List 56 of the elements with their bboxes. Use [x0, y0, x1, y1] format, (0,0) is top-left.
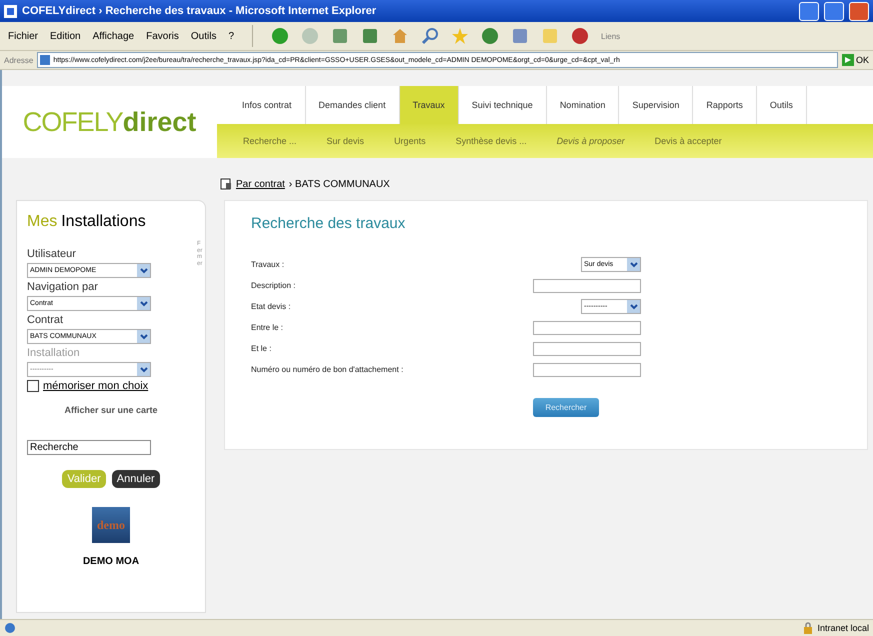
field-label: Contrat — [27, 314, 64, 326]
map-link[interactable]: Afficher sur une carte — [64, 405, 158, 415]
menu-item[interactable]: Fichier — [8, 30, 38, 42]
maximize-button[interactable] — [824, 2, 844, 20]
logo: COFELYdirect — [22, 106, 198, 138]
nav-tab[interactable]: Demandes client — [306, 86, 400, 124]
subnav-link[interactable]: Devis à proposer — [556, 136, 625, 146]
minimize-button[interactable] — [799, 2, 819, 20]
breadcrumb-current: › BATS COMMUNAUX — [288, 178, 390, 190]
star-icon[interactable] — [451, 27, 470, 45]
subnav-link[interactable]: Devis à accepter — [654, 136, 722, 146]
subnav-link[interactable]: Sur devis — [326, 136, 364, 146]
close-button[interactable] — [849, 2, 869, 20]
demo-logo: demo — [92, 507, 130, 543]
nav-tab[interactable]: Travaux — [400, 86, 459, 124]
back-icon[interactable] — [271, 27, 290, 45]
sidebar-title-prefix: Mes — [27, 213, 58, 231]
demo-caption: DEMO MOA — [82, 556, 140, 567]
menu-item[interactable]: Outils — [190, 30, 216, 42]
search-field[interactable]: Recherche — [27, 440, 151, 455]
menu-item[interactable]: Favoris — [146, 30, 179, 42]
field-label: Description : — [251, 281, 296, 290]
lock-icon — [803, 622, 814, 634]
links-label[interactable]: Liens — [601, 32, 620, 40]
search-icon[interactable] — [421, 27, 440, 45]
field-label: Travaux : — [251, 260, 284, 269]
cancel-button[interactable]: Annuler — [112, 470, 160, 488]
field-label: Utilisateur — [27, 248, 77, 260]
document-icon — [220, 178, 232, 190]
subnav-link[interactable]: Urgents — [394, 136, 426, 146]
window-title: COFELYdirect › Recherche des travaux - Microsoft Internet Explorer — [22, 5, 378, 17]
subnav-link[interactable]: Synthèse devis ... — [456, 136, 527, 146]
sidebar-title: Installations — [61, 213, 146, 231]
zone-label: Intranet local — [817, 623, 869, 633]
input-field[interactable] — [533, 362, 641, 376]
field-label: Entre le : — [251, 323, 284, 332]
field-label: Etat devis : — [251, 302, 291, 311]
menu-item[interactable]: Edition — [50, 30, 81, 42]
input-field[interactable] — [533, 342, 641, 356]
breadcrumb-link[interactable]: Par contrat — [236, 178, 285, 190]
address-label: Adresse — [4, 56, 34, 64]
input-field[interactable] — [533, 278, 641, 292]
field-label: Numéro ou numéro de bon d'attachement : — [251, 365, 404, 374]
menu-item[interactable]: ? — [228, 30, 234, 42]
home-icon[interactable] — [391, 27, 410, 45]
input-field[interactable] — [533, 320, 641, 334]
subnav-link[interactable]: Recherche ... — [243, 136, 297, 146]
field-label: Et le : — [251, 344, 272, 353]
browser-icon — [4, 4, 17, 18]
remember-checkbox[interactable]: mémoriser mon choix — [27, 380, 195, 392]
refresh-icon[interactable] — [361, 27, 380, 45]
menu-item[interactable]: Affichage — [92, 30, 134, 42]
form-title: Recherche des travaux — [251, 215, 406, 232]
go-button[interactable]: OK — [842, 54, 869, 66]
field-label: Installation — [27, 347, 81, 359]
field-label: Navigation par — [27, 281, 99, 293]
